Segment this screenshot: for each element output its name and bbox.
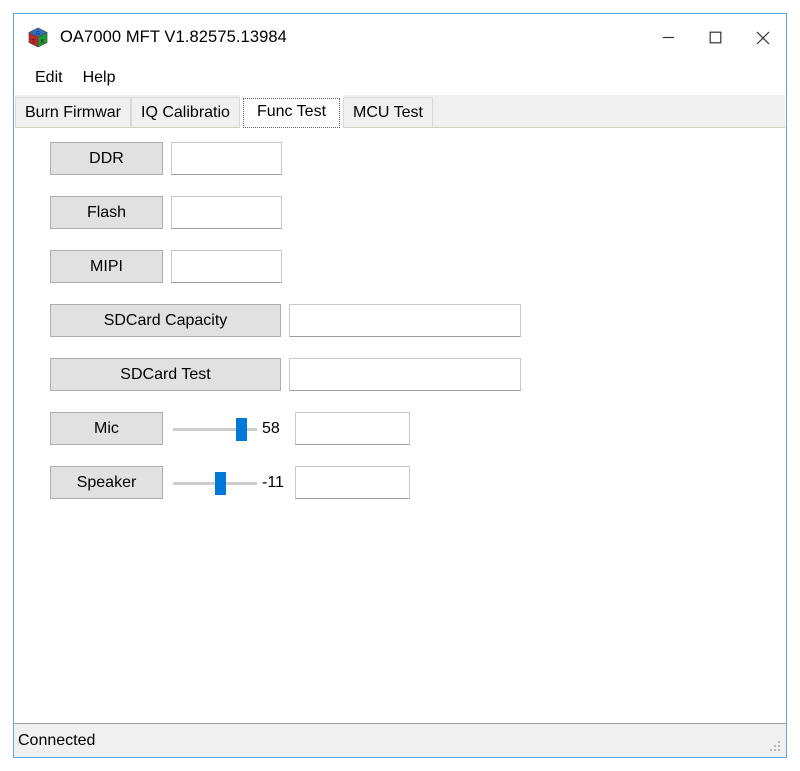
- mic-volume-slider[interactable]: [173, 412, 257, 445]
- speaker-slider-thumb[interactable]: [215, 472, 226, 495]
- speaker-slider-value: -11: [262, 473, 284, 491]
- maximize-button[interactable]: [692, 14, 739, 61]
- row-ddr: DDR: [50, 142, 282, 175]
- rgb-cube-icon: G T K: [27, 27, 49, 49]
- sdcard-test-button[interactable]: SDCard Test: [50, 358, 281, 391]
- maximize-icon: [709, 31, 722, 44]
- row-sdcard-test: SDCard Test: [50, 358, 521, 391]
- tab-control: Burn Firmwar IQ Calibratio Func Test MCU…: [15, 95, 785, 723]
- tab-strip: Burn Firmwar IQ Calibratio Func Test MCU…: [15, 95, 785, 128]
- menu-bar: Edit Help: [14, 61, 786, 95]
- row-flash: Flash: [50, 196, 282, 229]
- tab-func-test[interactable]: Func Test: [239, 95, 344, 128]
- tab-strip-filler: [432, 97, 785, 127]
- minimize-icon: [663, 36, 674, 39]
- tab-iq-calibration[interactable]: IQ Calibratio: [131, 97, 240, 127]
- ddr-button[interactable]: DDR: [50, 142, 163, 175]
- menu-item-edit[interactable]: Edit: [27, 66, 71, 90]
- func-test-page: DDR Flash MIPI SDCard Capacity SDCard Te…: [15, 128, 785, 723]
- title-bar-left: G T K OA7000 MFT V1.82575.13984: [14, 27, 287, 49]
- window-controls: [645, 14, 786, 61]
- mipi-button[interactable]: MIPI: [50, 250, 163, 283]
- mic-slider-thumb[interactable]: [236, 418, 247, 441]
- row-speaker: Speaker -11: [50, 466, 410, 499]
- row-mic: Mic 58: [50, 412, 410, 445]
- tab-mcu-test[interactable]: MCU Test: [343, 97, 433, 127]
- tab-burn-firmware[interactable]: Burn Firmwar: [15, 97, 132, 127]
- sdcard-capacity-result-field[interactable]: [289, 304, 521, 337]
- minimize-button[interactable]: [645, 14, 692, 61]
- sdcard-test-result-field[interactable]: [289, 358, 521, 391]
- mic-result-field[interactable]: [295, 412, 410, 445]
- close-button[interactable]: [739, 14, 786, 61]
- row-sdcard-capacity: SDCard Capacity: [50, 304, 521, 337]
- flash-result-field[interactable]: [171, 196, 282, 229]
- speaker-volume-slider[interactable]: [173, 466, 257, 499]
- sdcard-capacity-button[interactable]: SDCard Capacity: [50, 304, 281, 337]
- ddr-result-field[interactable]: [171, 142, 282, 175]
- application-window: G T K OA7000 MFT V1.82575.13984 Edit Hel…: [13, 13, 787, 758]
- status-bar: Connected: [14, 723, 786, 757]
- tab-func-test-label: Func Test: [256, 103, 327, 120]
- close-icon: [756, 31, 769, 44]
- title-bar[interactable]: G T K OA7000 MFT V1.82575.13984: [14, 14, 786, 61]
- mipi-result-field[interactable]: [171, 250, 282, 283]
- resize-grip-icon[interactable]: [769, 741, 782, 754]
- flash-button[interactable]: Flash: [50, 196, 163, 229]
- window-title: OA7000 MFT V1.82575.13984: [60, 28, 287, 46]
- mic-slider-value: 58: [262, 419, 280, 437]
- mic-button[interactable]: Mic: [50, 412, 163, 445]
- row-mipi: MIPI: [50, 250, 282, 283]
- speaker-button[interactable]: Speaker: [50, 466, 163, 499]
- menu-item-help[interactable]: Help: [75, 66, 124, 90]
- status-text: Connected: [18, 731, 96, 749]
- speaker-result-field[interactable]: [295, 466, 410, 499]
